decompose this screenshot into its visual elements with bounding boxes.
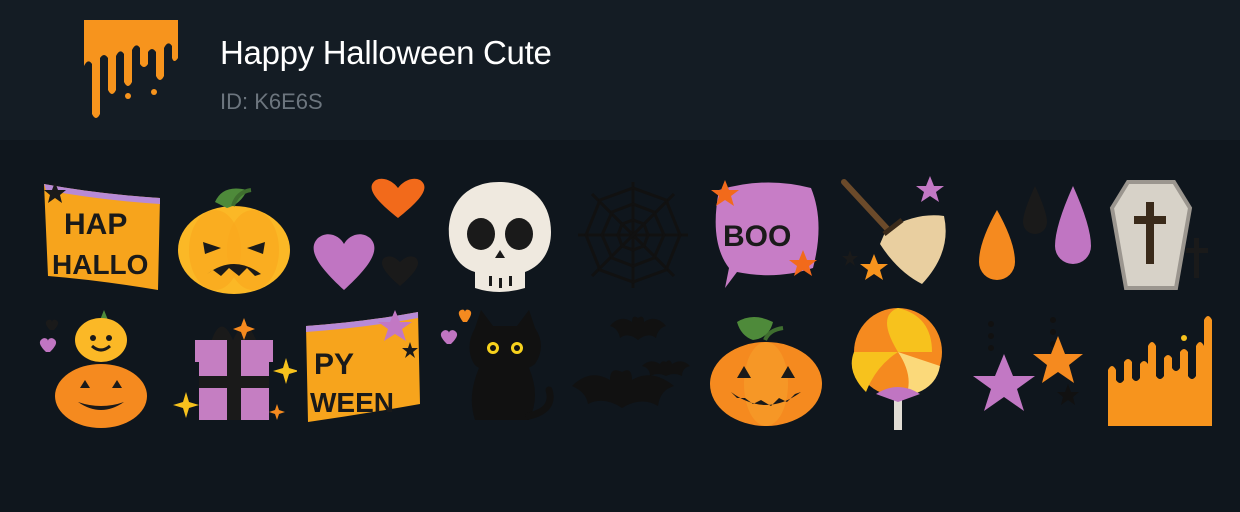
drops-sticker[interactable] [969, 172, 1095, 298]
spider-web-sticker[interactable] [570, 172, 696, 298]
boo-ghost-sticker[interactable]: BOO [703, 172, 829, 298]
skull-sticker[interactable] [437, 172, 563, 298]
pack-header: Happy Halloween Cute ID: K6E6S [0, 0, 1240, 140]
py-ween-banner-sticker[interactable]: PY WEEN [304, 306, 430, 432]
gift-box-sticker[interactable] [171, 306, 297, 432]
black-cat-sticker[interactable] [437, 306, 563, 432]
orange-slime-drip-icon [82, 18, 180, 118]
stacked-pumpkins-sticker[interactable] [38, 306, 164, 432]
stars-sticker[interactable] [969, 306, 1095, 432]
hap-hallo-banner-sticker[interactable]: HAP HALLO [38, 172, 164, 298]
ween-text: WEEN [310, 387, 394, 418]
pack-id: ID: K6E6S [220, 89, 323, 114]
py-text: PY [314, 348, 354, 381]
boo-text: BOO [723, 220, 791, 253]
bats-sticker[interactable] [570, 306, 696, 432]
hap-text: HAP [64, 208, 127, 241]
hearts-sticker[interactable] [304, 172, 430, 298]
coffin-sticker[interactable] [1102, 172, 1228, 298]
angry-pumpkin-sticker[interactable] [171, 172, 297, 298]
pack-title: Happy Halloween Cute [220, 34, 552, 71]
slime-drip-sticker[interactable] [1102, 306, 1228, 432]
witch-broom-sticker[interactable] [836, 172, 962, 298]
sticker-grid: HAP HALLO BOO PY WEEN [38, 172, 1228, 440]
lollipop-sticker[interactable] [836, 306, 962, 432]
jack-o-lantern-sticker[interactable] [703, 306, 829, 432]
hallo-text: HALLO [52, 249, 148, 280]
